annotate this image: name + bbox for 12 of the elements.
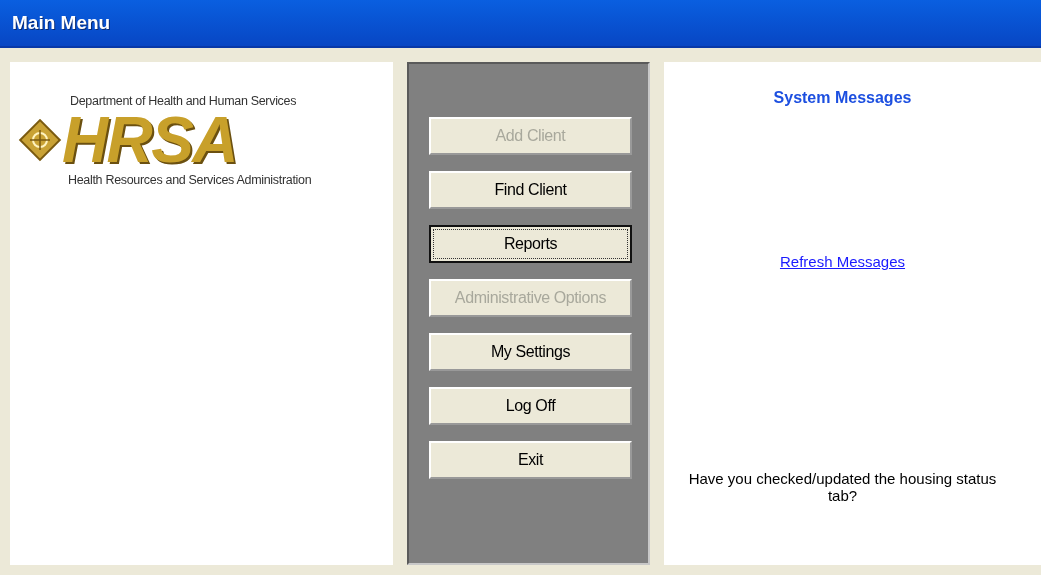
- refresh-messages-link[interactable]: Refresh Messages: [779, 251, 906, 274]
- window-title: Main Menu: [12, 10, 111, 35]
- housing-status-notice: Have you checked/updated the housing status tab?: [687, 469, 998, 504]
- menu-button[interactable]: My Settings: [429, 333, 632, 371]
- menu-button[interactable]: Find Client: [429, 171, 632, 209]
- menu-button[interactable]: Reports: [429, 225, 632, 263]
- logo-bottom-text: Health Resources and Services Administration: [68, 171, 313, 189]
- logo-wordmark: HRSA: [62, 108, 237, 171]
- logo-top-text: Department of Health and Human Services: [70, 93, 298, 110]
- menu-button[interactable]: Exit: [429, 441, 632, 479]
- messages-heading: System Messages: [773, 88, 912, 108]
- menu-button[interactable]: Log Off: [429, 387, 632, 425]
